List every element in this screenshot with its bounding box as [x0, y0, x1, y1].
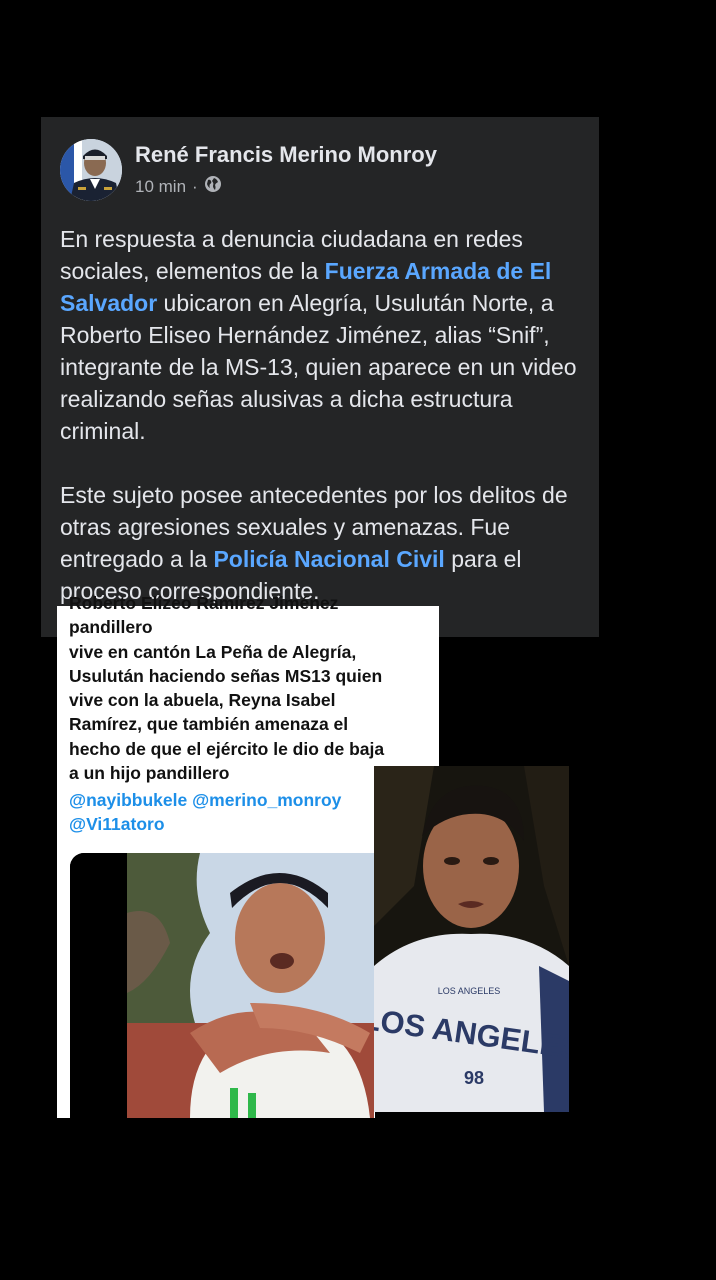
- meta-separator: ·: [192, 176, 198, 196]
- shirt-number-text: 98: [464, 1068, 484, 1088]
- arrest-photo: LOS ANGELES LOS ANGELES 98: [374, 766, 569, 1112]
- tweet-mentions: @nayibbukele @merino_monroy @Vi11atoro: [69, 788, 341, 837]
- globe-icon[interactable]: [204, 175, 222, 198]
- arrest-photo-image: LOS ANGELES LOS ANGELES 98: [374, 766, 569, 1112]
- post-meta: 10 min ·: [135, 175, 222, 198]
- avatar-image: [60, 139, 122, 201]
- facebook-post-card: René Francis Merino Monroy 10 min · En r…: [41, 117, 599, 637]
- screen: René Francis Merino Monroy 10 min · En r…: [0, 0, 716, 1280]
- author-avatar[interactable]: [60, 139, 122, 201]
- tweet-line: hecho de que el ejército le dio de baja: [69, 738, 385, 759]
- author-name[interactable]: René Francis Merino Monroy: [135, 142, 437, 168]
- tweet-line: vive en cantón La Peña de Alegría,: [69, 641, 357, 662]
- video-thumbnail[interactable]: [70, 853, 374, 1118]
- post-time[interactable]: 10 min: [135, 177, 186, 197]
- link-policia-nacional-civil[interactable]: Policía Nacional Civil: [213, 546, 444, 572]
- tweet-line: vive con la abuela, Reyna Isabel: [69, 690, 336, 711]
- post-paragraph-2: Este sujeto posee antecedentes por los d…: [60, 479, 590, 607]
- tweet-line: Usulután haciendo señas MS13 quien: [69, 665, 383, 686]
- mention-link[interactable]: @merino_monroy: [192, 790, 341, 810]
- post-text: En respuesta a denuncia ciudadana en red…: [60, 223, 590, 607]
- tweet-line: pandillero: [69, 617, 153, 638]
- post-paragraph-1: En respuesta a denuncia ciudadana en red…: [60, 223, 590, 447]
- tweet-text: Roberto Elizeo Ramírez Jiménez pandiller…: [69, 593, 441, 785]
- mention-link[interactable]: @nayibbukele: [69, 790, 187, 810]
- video-still-image: [70, 853, 374, 1118]
- mention-link[interactable]: @Vi11atoro: [69, 814, 165, 834]
- tweet-line: Ramírez, que también amenaza el: [69, 714, 349, 735]
- tweet-line: Roberto Elizeo Ramírez Jiménez: [69, 593, 339, 613]
- shirt-small-text: LOS ANGELES: [438, 986, 501, 996]
- post-header: René Francis Merino Monroy 10 min ·: [60, 139, 580, 201]
